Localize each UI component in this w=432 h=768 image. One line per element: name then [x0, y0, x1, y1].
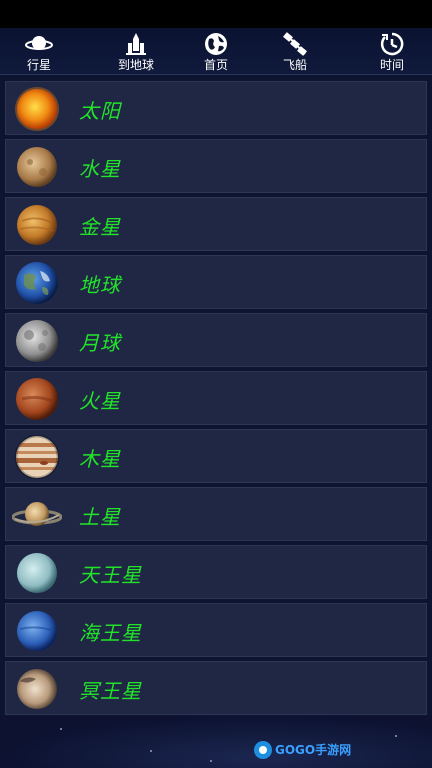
satellite-icon — [283, 32, 307, 56]
planet-name: 火星 — [79, 389, 121, 413]
tab-planets[interactable]: 行星 — [9, 28, 69, 74]
gogo-watermark-logo: GOGO手游网 — [254, 741, 351, 759]
planet-name: 木星 — [79, 447, 121, 471]
tab-home[interactable]: 首页 — [186, 28, 246, 74]
mercury-icon — [17, 147, 57, 187]
sun-icon — [15, 87, 59, 131]
planet-row-uranus[interactable]: 天王星 — [5, 545, 427, 599]
planet-name: 冥王星 — [79, 679, 142, 703]
watermark-text: GOGO手游网 — [275, 742, 351, 757]
star-dot — [150, 750, 152, 752]
planet-name: 月球 — [79, 331, 121, 355]
tab-to-earth[interactable]: 到地球 — [106, 28, 166, 74]
planet-name: 金星 — [79, 215, 121, 239]
planet-name: 土星 — [79, 505, 121, 529]
planet-row-saturn[interactable]: 土星 — [5, 487, 427, 541]
planet-row-venus[interactable]: 金星 — [5, 197, 427, 251]
tab-label: 首页 — [203, 58, 228, 72]
planet-name: 太阳 — [79, 99, 121, 123]
planet-row-pluto[interactable]: 冥王星 — [5, 661, 427, 715]
planet-row-mars[interactable]: 火星 — [5, 371, 427, 425]
moon-icon — [16, 320, 58, 362]
mars-icon — [16, 378, 58, 420]
pluto-icon — [17, 669, 57, 709]
jupiter-icon — [14, 435, 60, 479]
planet-row-jupiter[interactable]: 木星 — [5, 429, 427, 483]
rocket-icon — [126, 33, 146, 55]
planet-name: 海王星 — [79, 621, 142, 645]
tab-label: 到地球 — [117, 58, 154, 72]
tab-label: 行星 — [26, 58, 51, 72]
top-tab-bar: 行星 到地球 首页 飞船 时间 — [0, 28, 432, 75]
earth-icon — [16, 262, 58, 304]
saturn-icon — [25, 36, 53, 50]
planet-name: 天王星 — [79, 563, 142, 587]
tab-spacecraft[interactable]: 飞船 — [265, 28, 325, 74]
globe-icon — [205, 33, 227, 55]
star-dot — [395, 735, 397, 737]
planet-row-moon[interactable]: 月球 — [5, 313, 427, 367]
planet-name: 水星 — [79, 157, 121, 181]
venus-icon — [17, 205, 57, 245]
star-dot — [210, 760, 212, 762]
clock-icon — [380, 32, 404, 56]
planet-row-earth[interactable]: 地球 — [5, 255, 427, 309]
planet-name: 地球 — [79, 273, 121, 297]
planet-row-neptune[interactable]: 海王星 — [5, 603, 427, 657]
tab-label: 飞船 — [282, 58, 307, 72]
planet-row-sun[interactable]: 太阳 — [5, 81, 427, 135]
star-dot — [60, 728, 62, 730]
status-bar — [0, 0, 432, 28]
uranus-icon — [17, 553, 57, 593]
tab-label: 时间 — [379, 58, 404, 72]
planet-list: 太阳 水星 金星 地球 月球 火星 木星 土星 天王星 海王星 冥王星 — [0, 79, 432, 715]
neptune-icon — [17, 611, 57, 651]
tab-time[interactable]: 时间 — [362, 28, 422, 74]
saturn-planet-icon — [12, 502, 62, 526]
planet-row-mercury[interactable]: 水星 — [5, 139, 427, 193]
